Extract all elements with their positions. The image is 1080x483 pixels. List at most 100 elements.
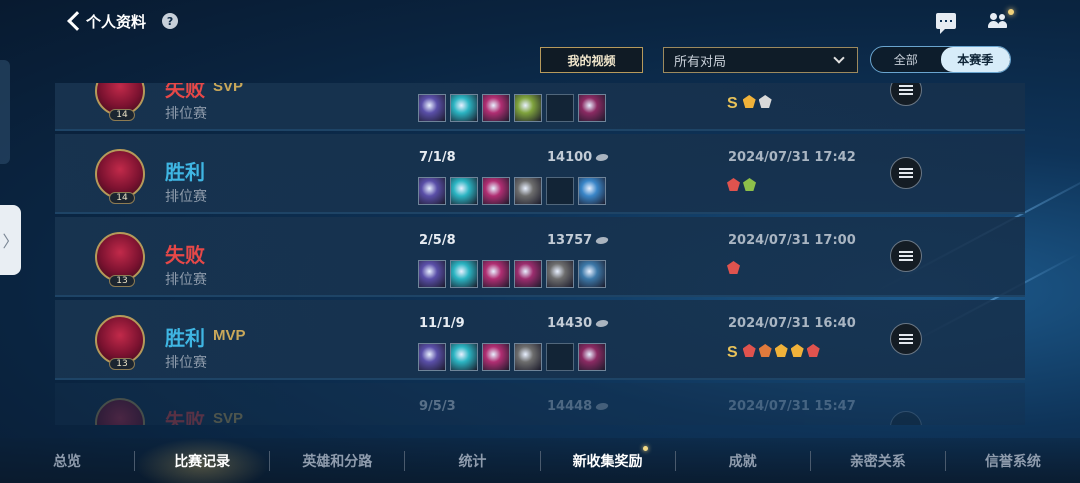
item-icon	[482, 260, 510, 288]
tab-5[interactable]: 成就	[676, 438, 810, 483]
item-icon	[482, 343, 510, 371]
item-icon	[578, 260, 606, 288]
tab-2[interactable]: 英雄和分路	[270, 438, 404, 483]
gold-coin-icon	[594, 237, 610, 244]
item-icon	[482, 94, 510, 122]
match-row[interactable]: 失败 SVP 9/5/3 14448 2024/07/31 15:47	[55, 383, 1025, 425]
item-icon	[450, 94, 478, 122]
item-icon	[546, 260, 574, 288]
match-mode: 排位赛	[165, 189, 207, 205]
hero-avatar	[95, 398, 145, 425]
side-panel-tab[interactable]	[0, 60, 10, 164]
gold-value: 14430	[547, 316, 593, 331]
item-icon	[418, 343, 446, 371]
tab-label: 新收集奖励	[572, 453, 643, 470]
list-icon	[899, 168, 913, 178]
hero-level-badge: 14	[109, 192, 135, 204]
honor-icons: S	[727, 344, 820, 361]
tab-label: 总览	[53, 453, 82, 470]
item-build	[418, 177, 606, 205]
item-icon	[514, 94, 542, 122]
empty-item-slot	[546, 177, 574, 205]
match-date: 2024/07/31 17:00	[728, 233, 856, 248]
friends-icon[interactable]	[988, 12, 1008, 30]
kda-stat: 7/1/8	[419, 150, 456, 165]
match-row[interactable]: 14 失败 SVP 排位赛 S	[55, 83, 1025, 131]
item-icon	[514, 260, 542, 288]
gold-stat: 14430	[547, 316, 610, 331]
item-icon	[418, 260, 446, 288]
page-title: 个人资料	[86, 12, 147, 31]
item-icon	[578, 177, 606, 205]
season-current-option[interactable]: 本赛季	[940, 47, 1010, 72]
item-build	[418, 343, 606, 371]
s-rank-icon: S	[727, 344, 738, 361]
tab-4[interactable]: 新收集奖励	[541, 438, 675, 483]
match-result: 胜利	[165, 328, 205, 350]
match-list[interactable]: 14 失败 SVP 排位赛 S 14 胜利 排位赛 7/1/8 14100 2024/07/31 1…	[55, 83, 1025, 425]
honor-icon	[758, 344, 772, 357]
match-detail-button[interactable]	[890, 83, 922, 106]
chevron-down-icon	[833, 52, 845, 64]
match-row[interactable]: 14 胜利 排位赛 7/1/8 14100 2024/07/31 17:42	[55, 134, 1025, 214]
item-icon	[450, 177, 478, 205]
tab-label: 比赛记录	[174, 453, 231, 470]
gold-coin-icon	[594, 154, 610, 161]
match-row[interactable]: 13 失败 排位赛 2/5/8 13757 2024/07/31 17:00	[55, 217, 1025, 297]
s-rank-icon: S	[727, 95, 738, 112]
hero-level-badge: 13	[109, 275, 135, 287]
honor-icon	[774, 344, 788, 357]
match-filter-select[interactable]: 所有对局	[663, 47, 858, 73]
tab-6[interactable]: 亲密关系	[811, 438, 945, 483]
tab-0[interactable]: 总览	[0, 438, 134, 483]
back-button[interactable]: 个人资料 ?	[66, 10, 179, 32]
tab-label: 统计	[458, 453, 487, 470]
honor-icon	[727, 261, 740, 274]
match-result: 失败	[165, 411, 205, 425]
side-drawer-handle[interactable]: 〉	[0, 205, 21, 275]
honor-icons: S	[727, 95, 772, 112]
season-all-option[interactable]: 全部	[871, 47, 941, 72]
tab-3[interactable]: 统计	[405, 438, 539, 483]
chat-icon[interactable]	[936, 13, 956, 34]
match-date: 2024/07/31 17:42	[728, 150, 856, 165]
match-date: 2024/07/31 16:40	[728, 316, 856, 331]
tab-7[interactable]: 信誉系统	[946, 438, 1080, 483]
gold-value: 14448	[547, 399, 593, 414]
match-filter-value: 所有对局	[674, 54, 727, 70]
performance-badge: SVP	[213, 83, 244, 95]
item-build	[418, 260, 606, 288]
match-detail-button[interactable]	[890, 240, 922, 272]
season-toggle[interactable]: 全部 本赛季	[870, 46, 1011, 73]
hero-avatar: 14	[95, 83, 145, 121]
hero-level-badge: 14	[109, 109, 135, 121]
honor-icons	[727, 261, 740, 274]
match-detail-button[interactable]	[890, 157, 922, 189]
help-icon[interactable]: ?	[162, 13, 179, 29]
empty-item-slot	[546, 343, 574, 371]
honor-icon	[727, 178, 740, 191]
match-mode: 排位赛	[165, 272, 207, 288]
honor-icon	[743, 178, 756, 191]
item-icon	[514, 343, 542, 371]
bottom-tab-bar: 总览 比赛记录 英雄和分路 统计 新收集奖励 成就 亲密关系 信誉系统	[0, 438, 1080, 483]
item-icon	[482, 177, 510, 205]
performance-badge: MVP	[213, 327, 246, 344]
my-videos-button[interactable]: 我的视频	[540, 47, 643, 73]
hero-avatar: 13	[95, 232, 145, 287]
list-icon	[899, 85, 913, 95]
item-icon	[578, 343, 606, 371]
item-icon	[450, 260, 478, 288]
tab-1[interactable]: 比赛记录	[135, 438, 270, 483]
item-icon	[514, 177, 542, 205]
honor-icon	[790, 344, 804, 357]
tab-label: 英雄和分路	[302, 453, 373, 470]
chevron-left-icon	[66, 10, 80, 32]
match-row[interactable]: 13 胜利 MVP 排位赛 11/1/9 14430 2024/07/31 16:40 S	[55, 300, 1025, 380]
gold-stat: 13757	[547, 233, 610, 248]
hero-avatar: 13	[95, 315, 145, 370]
match-detail-button[interactable]	[890, 323, 922, 355]
gold-stat: 14448	[547, 399, 610, 414]
honor-icons	[727, 178, 756, 191]
match-detail-button[interactable]	[890, 411, 922, 425]
